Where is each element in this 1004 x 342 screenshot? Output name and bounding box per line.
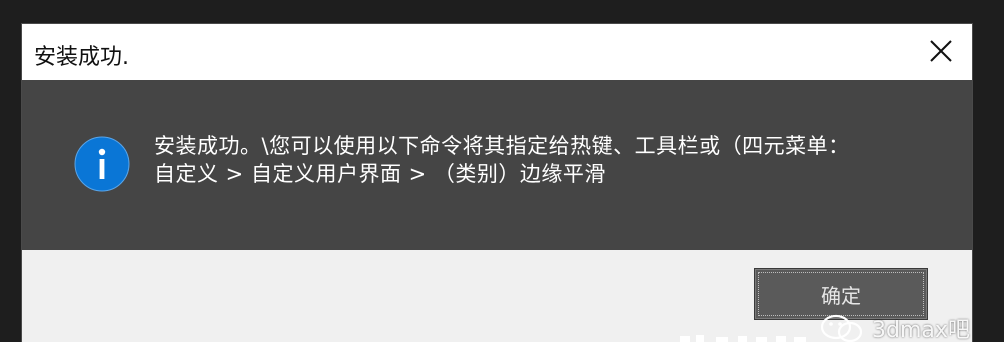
watermark-text: 3dmax吧 <box>872 318 970 342</box>
close-icon <box>930 40 952 62</box>
ok-button-label: 确定 <box>821 283 861 308</box>
cropped-text-fragment <box>680 335 806 342</box>
dialog-title-bar: 安装成功. <box>22 24 972 80</box>
message-text: 安装成功。\您可以使用以下命令将其指定给热键、工具栏或（四元菜单： 自定义 > … <box>154 134 850 186</box>
dialog-title: 安装成功. <box>34 45 129 70</box>
info-icon <box>74 136 130 192</box>
message-area: 安装成功。\您可以使用以下命令将其指定给热键、工具栏或（四元菜单： 自定义 > … <box>22 80 972 250</box>
desktop-background: 安装成功. 安装成功。\您可以使用以下命令将其指定给热键、工具栏或（四元菜单： … <box>0 0 1004 342</box>
close-button[interactable] <box>908 24 972 80</box>
install-success-dialog: 安装成功. 安装成功。\您可以使用以下命令将其指定给热键、工具栏或（四元菜单： … <box>22 24 972 342</box>
watermark: 3dmax吧 <box>818 312 1004 342</box>
message-text-container: 安装成功。\您可以使用以下命令将其指定给热键、工具栏或（四元菜单： 自定义 > … <box>154 132 914 198</box>
